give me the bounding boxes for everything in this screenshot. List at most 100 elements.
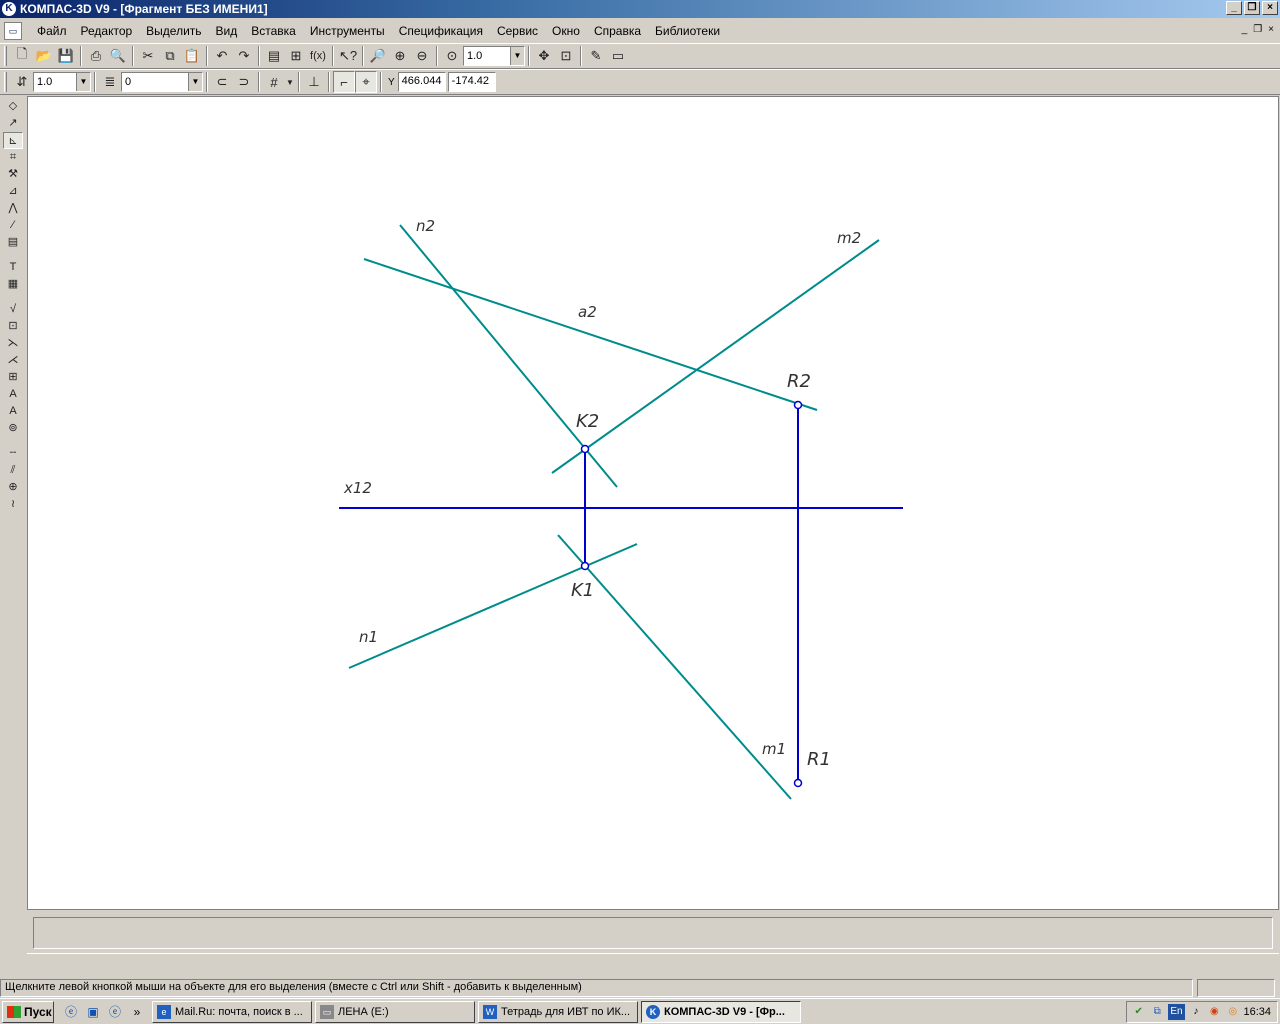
doc-minimize-button[interactable]: _ (1242, 24, 1248, 35)
maximize-button[interactable]: ❐ (1244, 1, 1260, 15)
regenerate-icon[interactable]: ✎ (585, 45, 607, 67)
view-arrow-icon[interactable]: A (3, 386, 23, 403)
pan-icon[interactable]: ✥ (533, 45, 555, 67)
centerline-icon[interactable]: ⊕ (3, 479, 23, 496)
leader-icon[interactable]: ⋋ (3, 335, 23, 352)
menu-specification[interactable]: Спецификация (392, 24, 490, 38)
point-k2[interactable] (580, 444, 590, 454)
manager-icon[interactable]: ▤ (263, 45, 285, 67)
update-icon[interactable]: ◎ (1225, 1004, 1240, 1020)
tray-app-icon[interactable]: ✔ (1131, 1004, 1146, 1020)
task-word[interactable]: W Тетрадь для ИВТ по ИК... (478, 1000, 638, 1023)
fx-button[interactable]: f(x) (307, 45, 329, 67)
toolbar-grip[interactable] (4, 72, 7, 92)
parameterization-icon[interactable]: ⚒ (3, 166, 23, 183)
menu-select[interactable]: Выделить (139, 24, 208, 38)
parametric-mode-icon[interactable]: ⌖ (355, 71, 377, 93)
local-cs-icon[interactable]: ⊥ (303, 71, 325, 93)
hatch-icon[interactable]: ⫽ (3, 462, 23, 479)
zoom-in-icon[interactable]: ⊕ (389, 45, 411, 67)
coord-x-field[interactable]: 466.044 (397, 72, 446, 92)
copy-icon[interactable]: ⧉ (159, 45, 181, 67)
zoom-scale-icon[interactable]: ⊙ (441, 45, 463, 67)
menu-editor[interactable]: Редактор (74, 24, 140, 38)
cursor-step-icon[interactable]: ⇵ (11, 71, 33, 93)
spec-icon[interactable]: ⁄ (3, 217, 23, 234)
point-k1[interactable] (580, 561, 590, 571)
print-icon[interactable]: ⎙ (85, 45, 107, 67)
antivirus-icon[interactable]: ◉ (1207, 1004, 1222, 1020)
line-m2[interactable] (551, 239, 880, 474)
center-mark-icon[interactable]: ⊚ (3, 420, 23, 437)
line-m1[interactable] (557, 534, 792, 800)
reports-icon[interactable]: ▤ (3, 234, 23, 251)
zoom-combo[interactable]: 1.0 ▼ (463, 46, 525, 66)
network-icon[interactable]: ⧉ (1149, 1004, 1164, 1020)
measurement-icon[interactable]: ⊿ (3, 183, 23, 200)
desktop-quicklaunch-icon[interactable]: ▣ (84, 1003, 102, 1021)
minimize-button[interactable]: _ (1226, 1, 1242, 15)
close-button[interactable]: × (1262, 1, 1278, 15)
zoom-window-icon[interactable]: 🔎 (367, 45, 389, 67)
line-a2[interactable] (363, 258, 818, 411)
grid-dropdown-icon[interactable]: ▼ (285, 71, 295, 93)
wavy-line-icon[interactable]: ≀ (3, 496, 23, 513)
paste-icon[interactable]: 📋 (181, 45, 203, 67)
editing-icon[interactable]: ⌗ (3, 149, 23, 166)
snap-magnet-icon[interactable]: ⊂ (211, 71, 233, 93)
menu-file[interactable]: Файл (30, 24, 74, 38)
menu-view[interactable]: Вид (209, 24, 245, 38)
open-file-icon[interactable]: 📂 (33, 45, 55, 67)
document-icon[interactable]: ▭ (4, 22, 22, 40)
tolerance-icon[interactable]: ⊞ (3, 369, 23, 386)
save-icon[interactable]: 💾 (55, 45, 77, 67)
line-n1[interactable] (348, 543, 638, 669)
toolbar-grip[interactable] (4, 46, 7, 66)
help-pointer-icon[interactable]: ↖? (337, 45, 359, 67)
chevron-right-icon[interactable]: » (128, 1003, 146, 1021)
layers-icon[interactable]: ≣ (99, 71, 121, 93)
point-r2[interactable] (793, 400, 803, 410)
menu-window[interactable]: Окно (545, 24, 587, 38)
drawing-canvas[interactable]: n2 m2 a2 R2 K2 x12 K1 n1 m1 R1 (27, 96, 1279, 910)
ie-quicklaunch-icon[interactable]: ⓔ (62, 1003, 80, 1021)
chevron-down-icon[interactable]: ▼ (76, 73, 90, 91)
local-snap-icon[interactable]: ⊃ (233, 71, 255, 93)
task-mailru[interactable]: e Mail.Ru: почта, поиск в ... (152, 1000, 312, 1023)
axis-line-icon[interactable]: ╌ (3, 445, 23, 462)
undo-icon[interactable]: ↶ (211, 45, 233, 67)
menu-libraries[interactable]: Библиотеки (648, 24, 727, 38)
new-file-icon[interactable]: 🗋 (11, 45, 33, 67)
doc-restore-button[interactable]: ❐ (1253, 24, 1262, 35)
dimensions-icon[interactable]: ↗ (3, 115, 23, 132)
point-r1[interactable] (793, 778, 803, 788)
menu-tools[interactable]: Инструменты (303, 24, 392, 38)
task-kompas[interactable]: K КОМПАС-3D V9 - [Фр... (641, 1000, 801, 1023)
menu-service[interactable]: Сервис (490, 24, 545, 38)
geometry-icon[interactable]: ◇ (3, 98, 23, 115)
ortho-mode-icon[interactable]: ⌐ (333, 71, 355, 93)
volume-icon[interactable]: ♪ (1188, 1004, 1203, 1020)
grid-icon[interactable]: # (263, 71, 285, 93)
variables-icon[interactable]: ⊞ (285, 45, 307, 67)
task-drive[interactable]: ▭ ЛЕНА (E:) (315, 1000, 475, 1023)
ie2-quicklaunch-icon[interactable]: ⓔ (106, 1003, 124, 1021)
start-button[interactable]: Пуск (2, 1000, 54, 1023)
table-icon[interactable]: ▦ (3, 276, 23, 293)
chevron-down-icon[interactable]: ▼ (510, 47, 524, 65)
coord-y-field[interactable]: -174.42 (447, 72, 496, 92)
roughness-icon[interactable]: √ (3, 301, 23, 318)
step-combo[interactable]: 1.0 ▼ (33, 72, 91, 92)
symbols-icon[interactable]: ⊾ (3, 132, 23, 149)
zoom-out-icon[interactable]: ⊖ (411, 45, 433, 67)
doc-close-button[interactable]: × (1268, 24, 1274, 35)
show-all-icon[interactable]: ⊡ (555, 45, 577, 67)
section-line-icon[interactable]: A (3, 403, 23, 420)
screen-icon[interactable]: ▭ (607, 45, 629, 67)
position-leader-icon[interactable]: ⋌ (3, 352, 23, 369)
menu-insert[interactable]: Вставка (244, 24, 303, 38)
selection-icon[interactable]: ⋀ (3, 200, 23, 217)
layer-combo[interactable]: 0 ▼ (121, 72, 203, 92)
redo-icon[interactable]: ↷ (233, 45, 255, 67)
menu-help[interactable]: Справка (587, 24, 648, 38)
